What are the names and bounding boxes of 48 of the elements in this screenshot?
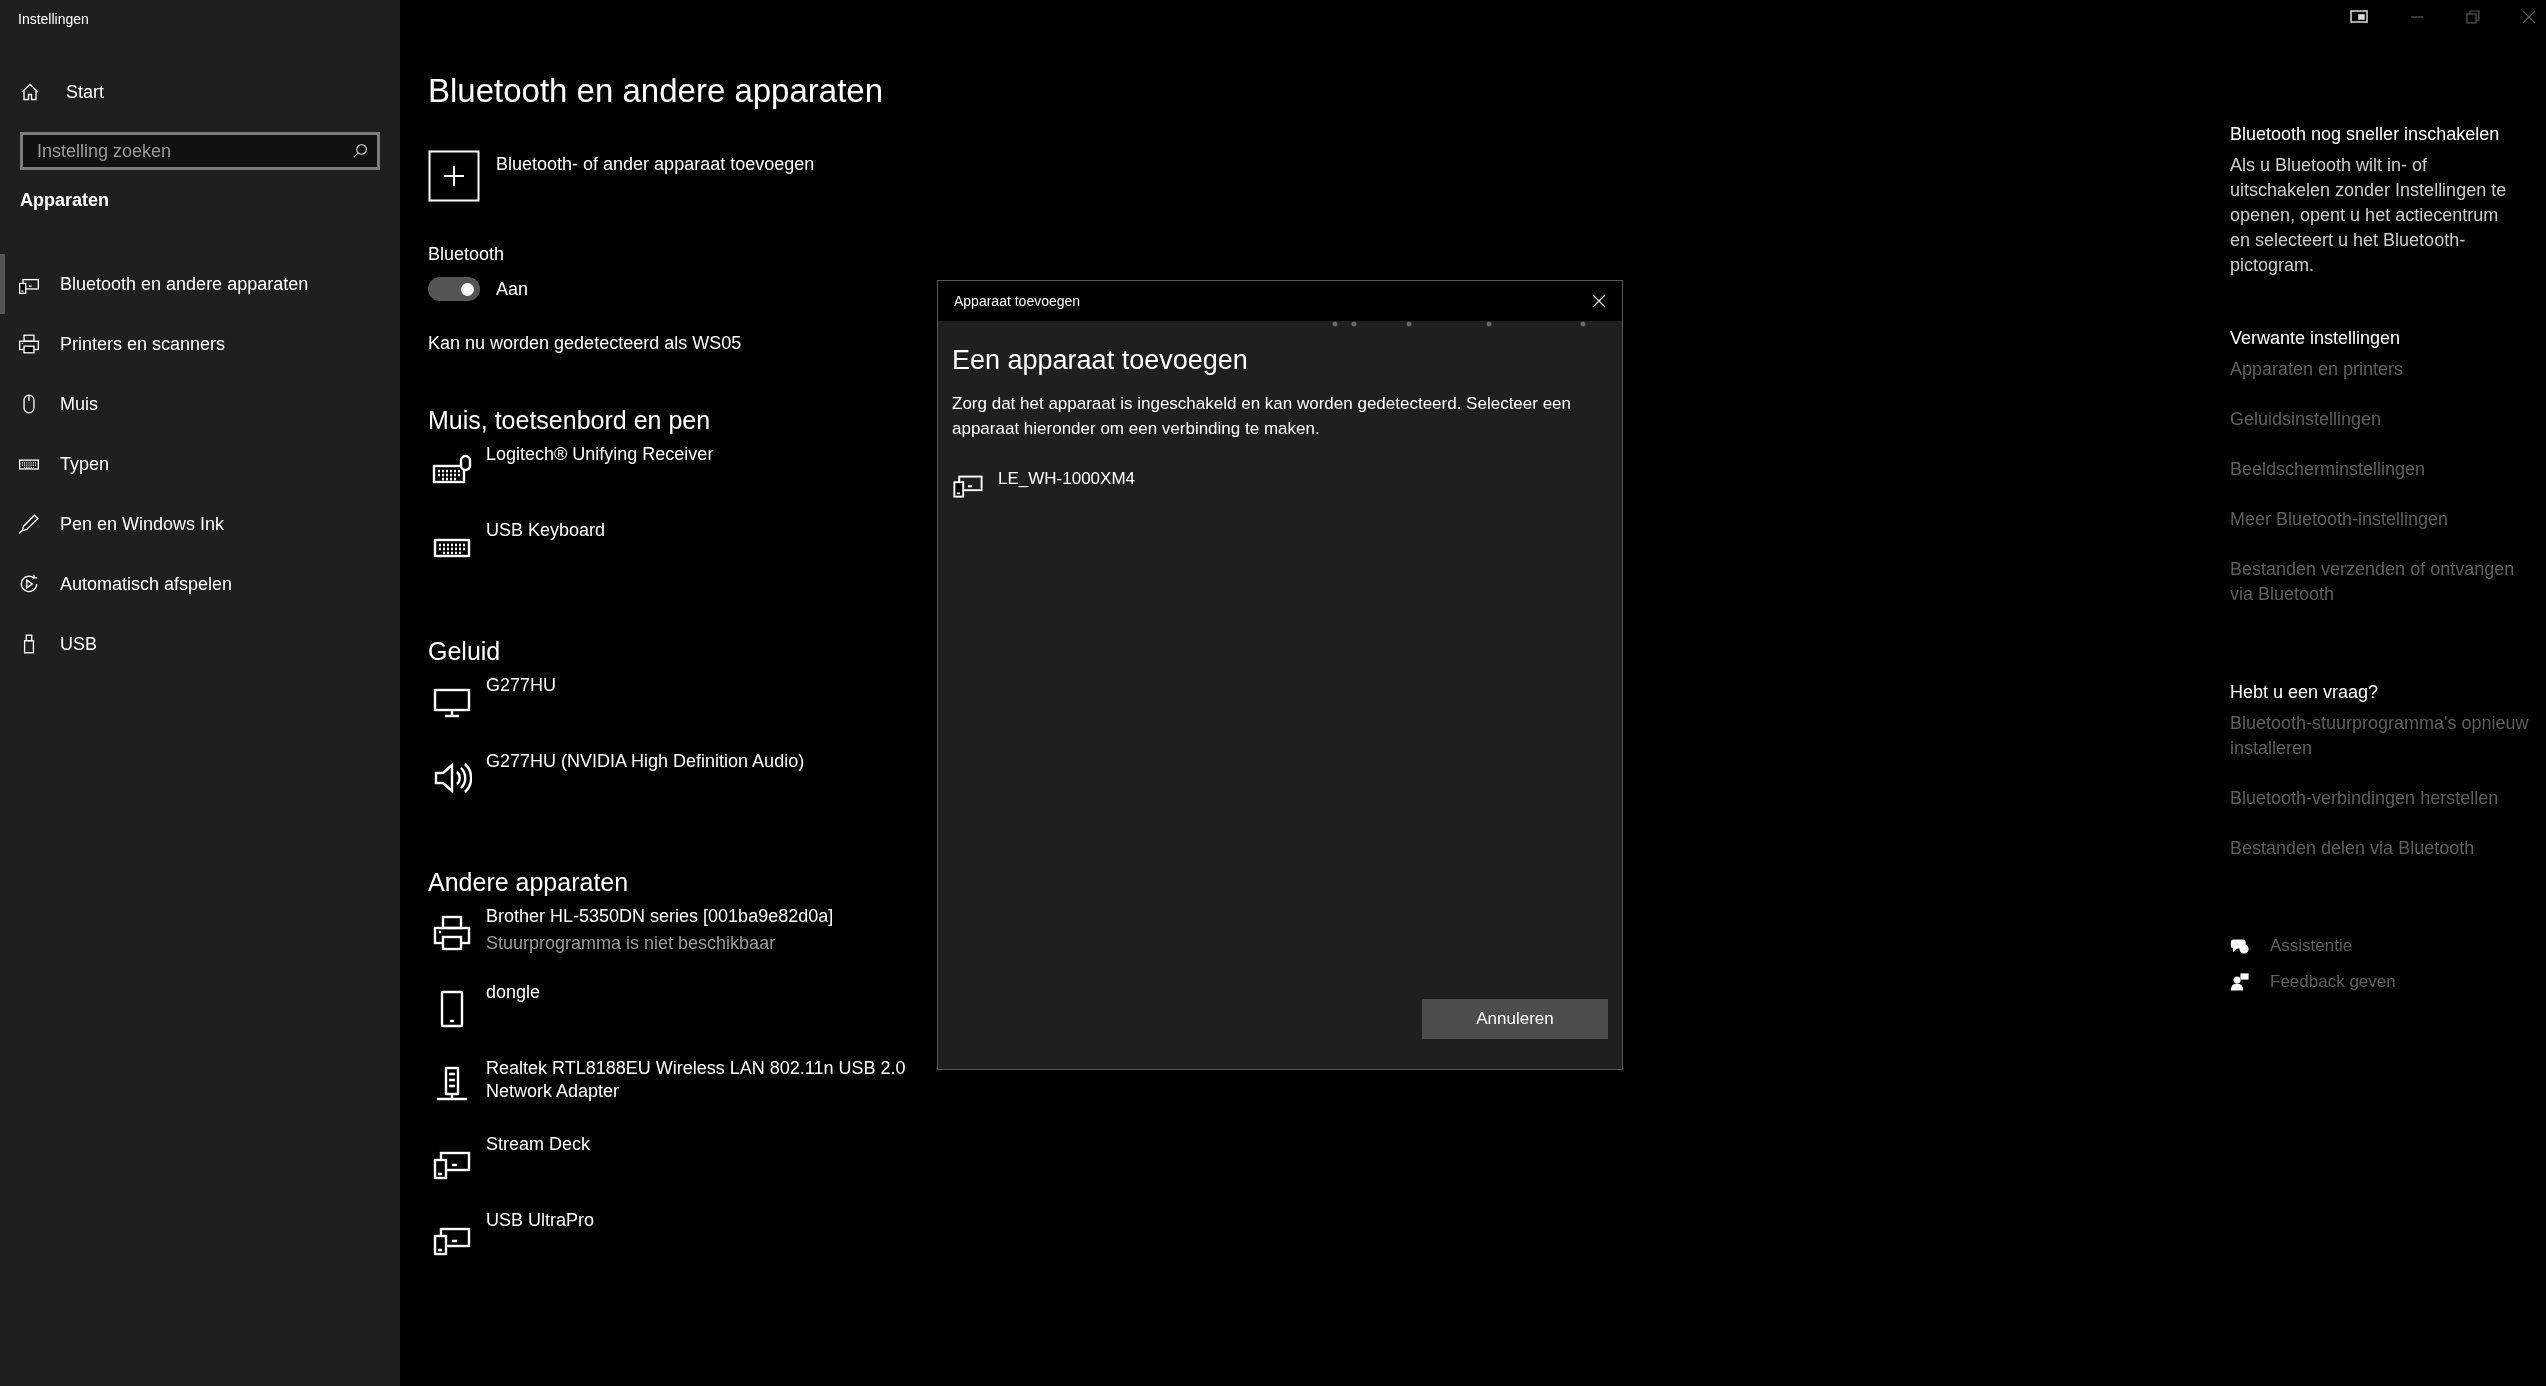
device-item[interactable]: G277HU (NVIDIA High Definition Audio) [428,748,805,824]
toggle-state: Aan [496,278,529,300]
bluetooth-label: Bluetooth [428,244,505,265]
device-item[interactable]: USB Keyboard [428,517,606,593]
search-field[interactable]: Instelling zoeken [20,132,380,170]
group-heading: Andere apparaten [428,868,629,897]
cancel-button[interactable]: Annuleren [1422,999,1608,1039]
section-heading: Verwante instellingen [2230,328,2401,349]
nav-item[interactable]: Pen en Windows Ink [0,494,400,554]
printer-icon [18,333,40,355]
search-icon [352,143,368,159]
device-item[interactable]: G277HU [428,672,557,748]
window-title: Instellingen [17,10,90,29]
nav-item[interactable]: Automatisch afspelen [0,554,400,614]
pen-icon [18,513,40,535]
window-icon[interactable] [2350,10,2368,24]
person-icon [2230,972,2250,992]
device-item[interactable]: Stream Deck [428,1131,591,1207]
device-item[interactable]: LE_WH-1000XM4 [952,467,1135,500]
nav-item[interactable]: USB [0,614,400,674]
home-link[interactable]: Start [0,62,400,122]
device-item[interactable]: dongle [428,979,541,1055]
nav-item[interactable]: Typen [0,434,400,494]
group-heading: Geluid [428,637,501,666]
chat-icon [2230,936,2250,956]
tip-text: Als u Bluetooth wilt in- of uitschakelen zonder Instellingen te openen, opent u het actiecentrum en selecteert u het Bluetooth-pictogram. [2230,154,2508,277]
device-item[interactable]: USB UltraPro [428,1207,595,1283]
device-item[interactable]: Logitech® Unifying Receiver [428,441,714,517]
device-item[interactable]: Realtek RTL8188EU Wireless LAN 802.11n USB 2.0 Network Adapter [428,1055,916,1131]
plus-icon [428,150,480,202]
dialog-text: Zorg dat het apparaat is ingeschakeld en kan worden gedetecteerd. Selecteer een apparaat hieronder om een verbinding te maken. [952,393,1573,440]
dialog-heading: Een apparaat toevoegen [952,345,1249,376]
section-heading: Apparaten [19,189,110,212]
printer-icon [432,913,472,953]
nav-item[interactable]: Printers en scanners [0,314,400,374]
add-device-button[interactable]: Bluetooth- of ander apparaat toevoegen [428,150,815,202]
section-heading: Hebt u een vraag? [2230,682,2379,703]
page-title: Bluetooth en andere apparaten [428,72,884,110]
discoverable-text: Kan nu worden gedetecteerd als WS05 [428,333,742,354]
section-heading: Bluetooth nog sneller inschakelen [2230,124,2500,145]
play-icon [18,573,40,595]
device-item[interactable]: Brother HL-5350DN series [001ba9e82d0a] Stuurprogramma is niet beschikbaar [428,903,834,979]
nav-item[interactable]: Muis [0,374,400,434]
nav-item[interactable]: Bluetooth en andere apparaten [0,254,400,314]
group-heading: Muis, toetsenbord en pen [428,406,711,435]
home-icon [20,82,40,102]
bluetooth-toggle[interactable] [428,277,480,301]
dialog-title: Apparaat toevoegen [954,293,1081,309]
